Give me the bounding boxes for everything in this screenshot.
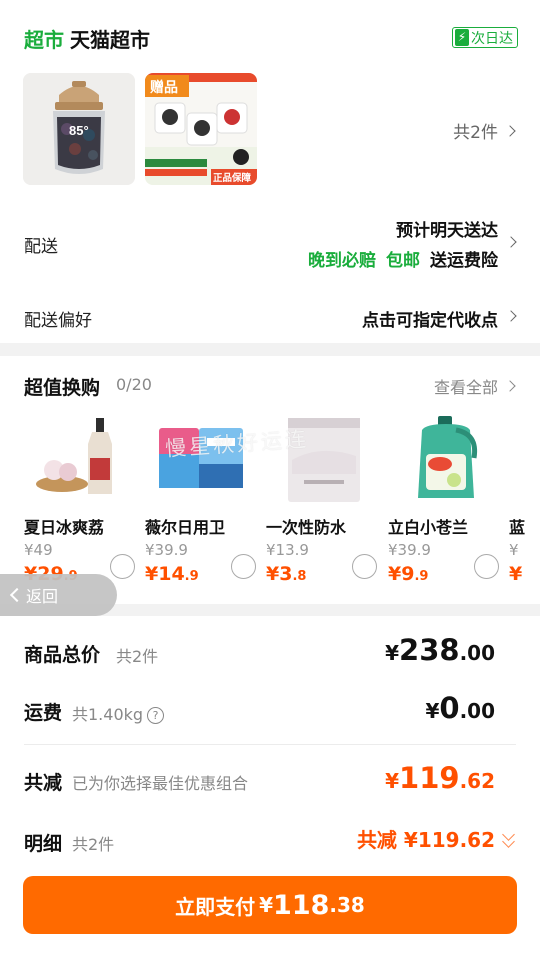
amount-decimal: .62	[459, 769, 495, 793]
discount-note: 已为你选择最佳优惠组合	[72, 774, 249, 793]
swap-product[interactable]: 夏日冰爽荔 ¥49 ¥29.9	[24, 414, 146, 594]
product-name: 蓝	[509, 518, 526, 537]
back-arrow-icon	[9, 587, 25, 603]
pay-label: 立即支付	[175, 894, 256, 919]
late-compensation: 晚到必赔	[308, 251, 376, 271]
expand-icon[interactable]	[502, 828, 516, 848]
item-count: 共2件	[453, 123, 498, 143]
product-name: 一次性防水	[266, 518, 347, 537]
delivery-label: 配送	[24, 237, 58, 257]
price-decimal: .9	[184, 569, 199, 584]
price-decimal: .9	[414, 569, 429, 584]
back-button[interactable]: 返回	[0, 574, 117, 616]
help-icon[interactable]: ?	[147, 707, 165, 724]
detail-count: 共2件	[72, 835, 115, 854]
genuine-tag: 正品保障	[213, 172, 252, 184]
product-thumbnail-1[interactable]: 85°	[23, 73, 135, 185]
currency-symbol: ¥	[385, 769, 400, 793]
swap-count: 0/20	[116, 375, 152, 394]
currency-symbol: ¥	[425, 699, 440, 723]
candy-jar-image: 85°	[23, 73, 135, 185]
chevron-right-icon	[504, 124, 516, 137]
price-integer: ¥9	[388, 563, 415, 585]
product-original-price: ¥13.9	[266, 541, 309, 559]
pay-integer: 118	[273, 889, 330, 921]
bolt-icon: ⚡	[455, 29, 469, 46]
free-shipping: 包邮	[386, 251, 420, 271]
nextday-badge: ⚡ 次日达	[452, 27, 518, 48]
delivery-pref-label: 配送偏好	[24, 311, 92, 331]
product-image	[32, 414, 128, 506]
select-radio[interactable]	[352, 554, 377, 579]
store-tag: 超市	[24, 28, 64, 52]
price-integer: ¥3	[266, 563, 293, 585]
back-label: 返回	[26, 587, 59, 606]
product-price: ¥	[509, 563, 522, 585]
delivery-eta[interactable]: 预计明天送达	[396, 216, 498, 241]
item-count-link[interactable]: 共2件	[453, 118, 516, 143]
divider	[24, 744, 516, 745]
product-name: 薇尔日用卫	[145, 518, 226, 537]
product-name: 立白小苍兰	[388, 518, 469, 537]
shipping-insurance: 送运费险	[430, 251, 498, 271]
shipping-label: 运费	[24, 702, 63, 724]
store-name: 天猫超市	[70, 28, 150, 52]
total-label: 商品总价	[24, 644, 101, 666]
product-price: ¥3.8	[266, 563, 306, 585]
currency-symbol: ¥	[259, 893, 274, 917]
currency-symbol: ¥	[385, 641, 400, 665]
jar-label: 85°	[69, 123, 89, 138]
amount-integer: 0	[439, 691, 460, 725]
product-thumbnail-2[interactable]: 赠品 正品保障	[145, 73, 257, 185]
swap-product[interactable]: 立白小苍兰 ¥39.9 ¥9.9	[388, 414, 510, 594]
product-price: ¥14.9	[145, 563, 199, 585]
store-header[interactable]: 超市 天猫超市	[24, 24, 150, 53]
pay-now-button[interactable]: 立即支付 ¥ 118 .38	[23, 876, 517, 934]
see-all-link[interactable]: 查看全部	[433, 374, 516, 398]
price-decimal: .8	[292, 569, 307, 584]
swap-title: 超值换购	[24, 377, 101, 399]
weight-text: 共1.40kg	[72, 705, 144, 724]
delivery-pref-value[interactable]: 点击可指定代收点	[362, 306, 498, 331]
total-count: 共2件	[116, 647, 159, 666]
product-original-price: ¥39.9	[388, 541, 431, 559]
select-radio[interactable]	[474, 554, 499, 579]
detail-label: 明细	[24, 833, 63, 855]
amount-integer: 238	[399, 633, 460, 667]
select-radio[interactable]	[110, 554, 135, 579]
price-integer: ¥14	[145, 563, 185, 585]
product-original-price: ¥39.9	[145, 541, 188, 559]
nextday-label: 次日达	[471, 30, 513, 47]
amount-decimal: .00	[459, 699, 495, 723]
detail-discount[interactable]: 共减 ¥119.62	[357, 824, 495, 853]
gift-badge: 赠品	[150, 79, 178, 96]
product-image	[396, 414, 492, 506]
price-integer: ¥	[509, 563, 523, 585]
product-name: 夏日冰爽荔	[24, 518, 105, 537]
delivery-promises: 晚到必赔 包邮 送运费险	[308, 246, 498, 271]
product-original-price: ¥49	[24, 541, 53, 559]
shipping-amount: ¥0.00	[425, 691, 495, 725]
total-amount: ¥238.00	[385, 633, 495, 667]
select-radio[interactable]	[231, 554, 256, 579]
discount-label: 共减	[24, 772, 63, 794]
swap-product[interactable]: 蓝 ¥ ¥	[509, 414, 540, 594]
mug-set-image: 赠品 正品保障	[145, 73, 257, 185]
discount-amount: ¥119.62	[385, 761, 495, 795]
amount-decimal: .00	[459, 641, 495, 665]
see-all-label: 查看全部	[433, 378, 498, 397]
amount-integer: 119	[399, 761, 460, 795]
chevron-right-icon	[504, 380, 516, 392]
product-original-price: ¥	[509, 541, 519, 559]
shipping-weight: 共1.40kg?	[72, 701, 165, 725]
product-price: ¥9.9	[388, 563, 428, 585]
pay-decimal: .38	[329, 893, 365, 917]
